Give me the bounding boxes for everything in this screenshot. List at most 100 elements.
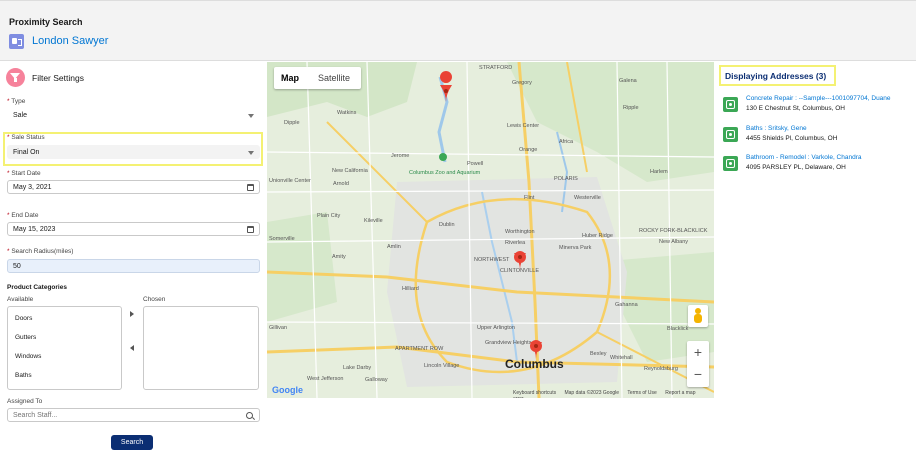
move-left-icon[interactable] bbox=[130, 345, 134, 351]
available-label: Available bbox=[7, 296, 34, 303]
map-label: Grandview Heights bbox=[485, 340, 532, 346]
map-label: Reynoldsburg bbox=[644, 366, 678, 372]
assigned-to-search-input[interactable]: Search Staff... bbox=[7, 408, 260, 422]
map-canvas[interactable]: STRATFORD Gregory Galena Ripple Watkins … bbox=[267, 62, 714, 398]
zoom-out-button[interactable]: − bbox=[687, 365, 709, 383]
satellite-tab[interactable]: Satellite bbox=[318, 73, 350, 83]
map-label: Orange bbox=[519, 147, 537, 153]
zoo-marker-icon[interactable] bbox=[439, 153, 447, 161]
search-button[interactable]: Search bbox=[111, 435, 153, 450]
calendar-icon[interactable] bbox=[247, 184, 254, 191]
calendar-icon[interactable] bbox=[247, 226, 254, 233]
available-listbox[interactable]: Doors Gutters Windows Baths bbox=[7, 306, 122, 390]
list-item[interactable]: Windows bbox=[15, 353, 41, 360]
sale-status-select[interactable]: Final On bbox=[7, 145, 260, 159]
map-label: Galena bbox=[619, 78, 638, 84]
location-icon bbox=[723, 97, 738, 112]
page-title: Proximity Search bbox=[9, 17, 83, 27]
city-label: Columbus bbox=[505, 357, 564, 371]
end-date-label: * End Date bbox=[7, 212, 39, 219]
map-label: New California bbox=[332, 168, 369, 174]
map-type-control: Map Satellite bbox=[274, 67, 361, 89]
map-attribution: Keyboard shortcuts Map data ©2023 Google… bbox=[513, 390, 714, 398]
end-date-input[interactable]: May 15, 2023 bbox=[7, 222, 260, 236]
google-logo: Google bbox=[272, 385, 303, 395]
map-label: Blacklick bbox=[667, 326, 689, 332]
displaying-addresses-title: Displaying Addresses (3) bbox=[719, 65, 836, 86]
chevron-down-icon bbox=[248, 151, 254, 155]
map-label: Bexley bbox=[590, 351, 607, 357]
map-label: Dublin bbox=[439, 222, 455, 228]
list-item[interactable]: Baths bbox=[15, 372, 32, 379]
map-label: Somerville bbox=[269, 236, 295, 242]
address-name-link[interactable]: Baths : Sritsky, Gene bbox=[746, 125, 807, 132]
terms-link[interactable]: Terms of Use bbox=[627, 390, 656, 396]
type-label: * Type bbox=[7, 98, 26, 105]
product-categories-label: Product Categories bbox=[7, 284, 67, 291]
map-label: Galloway bbox=[365, 377, 388, 383]
start-date-input[interactable]: May 3, 2021 bbox=[7, 180, 260, 194]
map-label: Gillivan bbox=[269, 325, 287, 331]
map-label: ROCKY FORK-BLACKLICK bbox=[639, 228, 708, 234]
filter-icon bbox=[6, 68, 25, 87]
map-label: Flint bbox=[524, 195, 535, 201]
map-label: Lincoln Village bbox=[424, 363, 459, 369]
record-name-link[interactable]: London Sawyer bbox=[32, 35, 108, 47]
map-label: Watkins bbox=[337, 110, 357, 116]
map-data-text: Map data ©2023 Google bbox=[564, 390, 620, 396]
chevron-down-icon bbox=[248, 114, 254, 118]
map-label: Columbus Zoo and Aquarium bbox=[409, 170, 481, 176]
page-header: Proximity Search London Sawyer bbox=[0, 0, 916, 61]
map-label: Whitehall bbox=[610, 355, 633, 361]
map-label: Huber Ridge bbox=[582, 233, 613, 239]
street-view-pegman-icon[interactable] bbox=[688, 305, 708, 327]
map-label: Africa bbox=[559, 139, 574, 145]
map-label: Westerville bbox=[574, 195, 601, 201]
map-tab[interactable]: Map bbox=[281, 73, 299, 83]
map-label: Ripple bbox=[623, 105, 639, 111]
zoom-in-button[interactable]: + bbox=[687, 343, 709, 361]
map-label: Arnold bbox=[333, 181, 349, 187]
map-label: Amlin bbox=[387, 244, 401, 250]
map-label: Lake Darby bbox=[343, 365, 371, 371]
map-label: POLARIS bbox=[554, 176, 578, 182]
map-label: Riverlea bbox=[505, 240, 526, 246]
address-text: 130 E Chestnut St, Columbus, OH bbox=[746, 105, 845, 112]
sale-status-label: * Sale Status bbox=[7, 134, 45, 141]
map-label: Upper Arlington bbox=[477, 325, 515, 331]
map-label: Harlem bbox=[650, 169, 668, 175]
map-label: Hilliard bbox=[402, 286, 419, 292]
filter-settings-title: Filter Settings bbox=[32, 73, 84, 83]
address-name-link[interactable]: Concrete Repair : --Sample---1001097704,… bbox=[746, 95, 891, 102]
assigned-to-label: Assigned To bbox=[7, 398, 43, 405]
location-icon bbox=[723, 156, 738, 171]
map-label: Kileville bbox=[364, 218, 383, 224]
map-label: Gregory bbox=[512, 80, 532, 86]
search-radius-label: * Search Radius(miles) bbox=[7, 248, 74, 255]
location-icon bbox=[723, 127, 738, 142]
map-label: Gahanna bbox=[615, 302, 639, 308]
chosen-label: Chosen bbox=[143, 296, 166, 303]
map-label: New Albany bbox=[659, 239, 688, 245]
address-text: 4095 PARSLEY PL, Delaware, OH bbox=[746, 164, 846, 171]
start-date-label: * Start Date bbox=[7, 170, 41, 177]
contact-icon bbox=[9, 34, 24, 49]
list-item[interactable]: Gutters bbox=[15, 334, 36, 341]
map-label: Dipple bbox=[284, 120, 300, 126]
map-view[interactable]: STRATFORD Gregory Galena Ripple Watkins … bbox=[267, 62, 714, 398]
map-label: APARTMENT ROW bbox=[395, 346, 444, 352]
map-label: West Jefferson bbox=[307, 376, 343, 382]
results-panel: Displaying Addresses (3) Concrete Repair… bbox=[716, 62, 916, 450]
map-label: CLINTONVILLE bbox=[500, 268, 539, 274]
chosen-listbox[interactable] bbox=[143, 306, 259, 390]
map-marker-icon[interactable] bbox=[440, 71, 453, 102]
search-radius-input[interactable]: 50 bbox=[7, 259, 260, 273]
type-select[interactable]: Sale bbox=[7, 108, 260, 122]
map-label: STRATFORD bbox=[479, 65, 512, 71]
move-right-icon[interactable] bbox=[130, 311, 134, 317]
address-name-link[interactable]: Bathroom - Remodel : Varkole, Chandra bbox=[746, 154, 862, 161]
map-label: Unionville Center bbox=[269, 178, 311, 184]
list-item[interactable]: Doors bbox=[15, 315, 32, 322]
map-label: Amity bbox=[332, 254, 346, 260]
map-label: Plain City bbox=[317, 213, 340, 219]
